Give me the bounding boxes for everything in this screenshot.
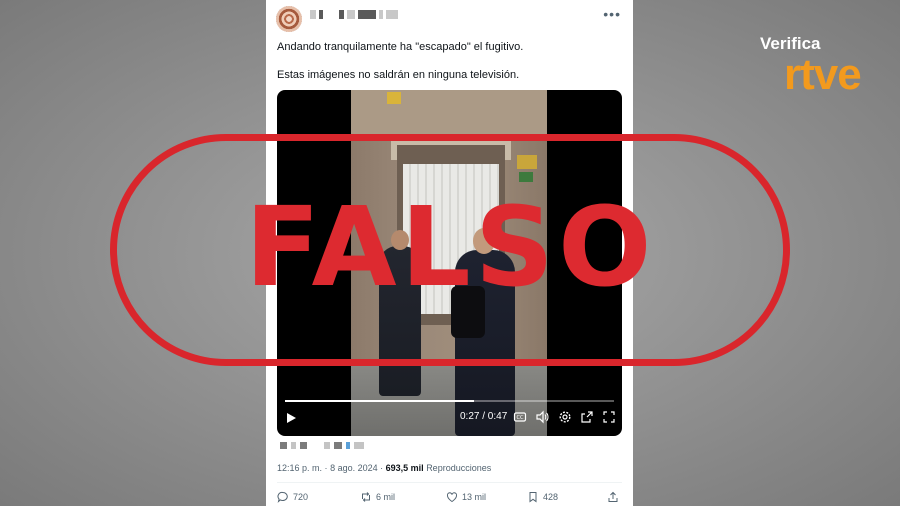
heart-icon xyxy=(446,492,458,503)
tweet-time[interactable]: 12:16 p. m. xyxy=(277,463,322,473)
view-count: 693,5 mil xyxy=(385,463,424,473)
video-controls: 0:27 / 0:47 CC xyxy=(277,396,622,436)
share-button[interactable] xyxy=(607,491,619,503)
repost-count: 6 mil xyxy=(376,492,396,502)
like-count: 13 mil xyxy=(462,492,487,502)
divider xyxy=(277,482,622,483)
more-icon[interactable]: ••• xyxy=(603,6,621,22)
video-time-readout: 0:27 / 0:47 xyxy=(460,411,508,422)
settings-gear-icon[interactable] xyxy=(558,410,572,424)
repost-button[interactable]: 6 mil xyxy=(360,491,395,503)
video-progress-bar[interactable] xyxy=(285,400,614,402)
tweet-header: ••• xyxy=(276,4,623,32)
tweet-text: Andando tranquilamente ha "escapado" el … xyxy=(277,40,617,96)
video-progress-fill xyxy=(285,400,474,402)
fullscreen-icon[interactable] xyxy=(602,410,616,424)
bookmark-count: 428 xyxy=(543,492,559,502)
tweet-text-line-2: Estas imágenes no saldrán en ninguna tel… xyxy=(277,69,520,81)
reply-icon xyxy=(277,491,288,503)
meta-separator: · xyxy=(324,463,328,473)
video-player[interactable]: 0:27 / 0:47 CC xyxy=(277,90,622,436)
meta-separator: · xyxy=(380,463,384,473)
captions-icon[interactable]: CC xyxy=(513,410,527,424)
video-frame xyxy=(351,90,547,436)
avatar[interactable] xyxy=(276,6,302,32)
tweet-actions: 720 6 mil 13 mil 428 xyxy=(277,491,622,506)
bookmark-button[interactable]: 428 xyxy=(527,491,558,503)
tweet-card: ••• Andando tranquilamente ha "escapado"… xyxy=(266,0,633,506)
bookmark-icon xyxy=(529,492,537,503)
svg-text:CC: CC xyxy=(517,415,524,421)
like-button[interactable]: 13 mil xyxy=(446,491,486,503)
author-name-redacted[interactable] xyxy=(310,10,398,19)
volume-icon[interactable] xyxy=(535,410,549,424)
view-count-label: Reproducciones xyxy=(426,463,492,473)
play-icon[interactable] xyxy=(287,413,296,423)
video-source-redacted xyxy=(280,442,364,449)
tweet-date[interactable]: 8 ago. 2024 xyxy=(330,463,378,473)
share-icon xyxy=(608,491,618,502)
repost-icon xyxy=(362,492,370,502)
reply-count: 720 xyxy=(293,492,309,502)
tweet-meta: 12:16 p. m. · 8 ago. 2024 · 693,5 mil Re… xyxy=(277,463,491,473)
reply-button[interactable]: 720 xyxy=(277,491,308,503)
rtve-logo: rtve xyxy=(784,50,862,99)
pop-out-icon[interactable] xyxy=(580,410,594,424)
tweet-text-line-1: Andando tranquilamente ha "escapado" el … xyxy=(277,41,524,53)
